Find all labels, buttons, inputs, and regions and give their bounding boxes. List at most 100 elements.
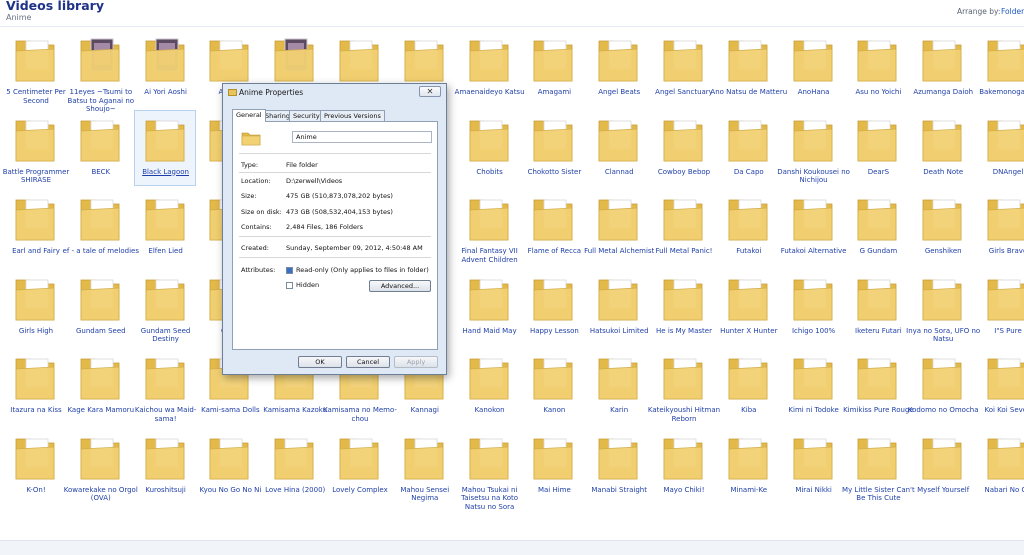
folder-item[interactable]: Mayo Chiki! — [652, 428, 714, 504]
folder-item[interactable]: Chokotto Sister — [522, 110, 584, 186]
folder-item[interactable]: Danshi Koukousei no Nichijou — [777, 110, 850, 186]
folder-item[interactable]: ef - a tale of melodies — [63, 189, 139, 265]
tab-general[interactable]: General — [232, 109, 266, 122]
folder-item[interactable]: Girls High — [4, 269, 66, 345]
advanced-button[interactable]: Advanced... — [369, 280, 431, 292]
folder-item[interactable]: Azumanga Daioh — [911, 30, 973, 106]
folder-item[interactable]: Manabi Straight — [587, 428, 649, 504]
folder-item[interactable]: Myself Yourself — [911, 428, 973, 504]
folder-label: Girls Bravo — [988, 247, 1024, 255]
folder-item[interactable]: Genshiken — [911, 189, 973, 265]
folder-icon — [922, 120, 962, 161]
folder-item[interactable]: 11eyes ~Tsumi to Batsu to Aganai no Shou… — [68, 30, 134, 113]
folder-item[interactable]: Futakoi Alternative — [781, 189, 846, 265]
folder-item[interactable]: Nabari No Ou — [976, 428, 1024, 504]
folder-item[interactable]: Futakoi — [717, 189, 779, 265]
folder-item[interactable]: Cowboy Bebop — [652, 110, 714, 186]
folder-item[interactable]: Koi Koi Seven — [976, 348, 1024, 424]
readonly-checkbox[interactable] — [286, 267, 293, 274]
folder-item[interactable]: Amagami — [522, 30, 584, 106]
folder-item[interactable]: Full Metal Alchemist — [584, 189, 654, 265]
hidden-checkbox[interactable] — [286, 282, 293, 289]
folder-icon — [987, 279, 1024, 320]
folder-item[interactable]: Inya no Sora, UFO no Natsu — [906, 269, 980, 345]
folder-item[interactable]: G Gundam — [846, 189, 908, 265]
apply-button[interactable]: Apply — [394, 356, 438, 368]
folder-item[interactable]: K-On! — [4, 428, 66, 504]
folder-icon — [145, 279, 184, 320]
divider — [239, 153, 431, 154]
folder-item[interactable]: Kodomo no Omocha — [908, 348, 979, 424]
folder-item[interactable]: Kyou No Go No Ni — [198, 428, 261, 504]
folder-item[interactable]: Kage Kara Mamoru — [67, 348, 134, 424]
folder-icon — [857, 438, 897, 479]
folder-item[interactable]: Final Fantasy VII Advent Children — [458, 189, 520, 265]
folder-item[interactable]: AnoHana — [782, 30, 844, 106]
folder-item[interactable]: Elfen Lied — [134, 189, 196, 265]
folder-item[interactable]: BECK — [69, 110, 131, 186]
folder-icon — [15, 199, 55, 241]
folder-item[interactable]: Amaenaideyo Katsu — [455, 30, 525, 106]
folder-item[interactable]: Kowarekake no Orgol (OVA) — [64, 428, 138, 504]
folder-item[interactable]: Kimi ni Todoke — [782, 348, 844, 424]
folder-item[interactable]: Chobits — [458, 110, 520, 186]
folder-item[interactable]: Itazura na Kiss — [4, 348, 66, 424]
folder-item[interactable]: Ai Yori Aoshi — [134, 30, 196, 106]
folder-item[interactable]: Bakemonogatari — [976, 30, 1024, 106]
folder-item[interactable]: Iketeru Futari — [846, 269, 908, 345]
folder-item[interactable]: Mai Hime — [522, 428, 584, 504]
folder-item[interactable]: 5 Centimeter Per Second — [4, 30, 66, 106]
folder-item[interactable]: Kanon — [522, 348, 584, 424]
folder-item[interactable]: Happy Lesson — [522, 269, 584, 345]
folder-item[interactable]: Battle Programmer SHIRASE — [3, 110, 69, 186]
folder-item[interactable]: Earl and Fairy — [4, 189, 66, 265]
folder-item[interactable]: Gundam Seed Destiny — [134, 269, 196, 345]
folder-name-input[interactable]: Anime — [292, 131, 432, 143]
folder-icon — [80, 38, 120, 82]
folder-item[interactable]: I"S Pure — [976, 269, 1024, 345]
folder-item[interactable]: Full Metal Panic! — [652, 189, 714, 265]
folder-item[interactable]: Karin — [587, 348, 649, 424]
folder-item[interactable]: Hatsukoi Limited — [587, 269, 649, 345]
folder-item[interactable]: Kaichou wa Maid-sama! — [134, 348, 196, 424]
folder-item[interactable]: Angel Sanctuary — [652, 30, 714, 106]
ok-button[interactable]: OK — [298, 356, 342, 368]
folder-item[interactable]: Death Note — [911, 110, 973, 186]
folder-item[interactable]: Lovely Complex — [328, 428, 390, 504]
cancel-button[interactable]: Cancel — [346, 356, 390, 368]
folder-item[interactable]: Ano Natsu de Matteru — [710, 30, 787, 106]
folder-icon — [728, 438, 768, 479]
folder-item[interactable]: Hand Maid May — [458, 269, 520, 345]
tab-previous-versions[interactable]: Previous Versions — [320, 110, 385, 121]
folder-icon — [469, 279, 508, 320]
folder-item[interactable]: Hunter X Hunter — [717, 269, 779, 345]
folder-item[interactable]: Black Lagoon — [133, 109, 196, 186]
folder-icon — [598, 120, 638, 161]
folder-item[interactable]: Flame of Recca — [522, 189, 584, 265]
folder-item[interactable]: Kimikiss Pure Rouge — [843, 348, 914, 424]
arrange-by-dropdown[interactable]: Folder — [1001, 7, 1024, 16]
folder-item[interactable]: Clannad — [587, 110, 649, 186]
folder-item[interactable]: Gundam Seed — [69, 269, 131, 345]
folder-item[interactable]: Kiba — [717, 348, 779, 424]
created-label: Created: — [241, 244, 269, 252]
close-button[interactable]: ✕ — [419, 86, 441, 97]
folder-item[interactable]: Mirai Nikki — [782, 428, 844, 504]
folder-item[interactable]: Minami-Ke — [717, 428, 779, 504]
folder-item[interactable]: Ichigo 100% — [782, 269, 844, 345]
folder-item[interactable]: Kanokon — [458, 348, 520, 424]
folder-item[interactable]: He is My Master — [652, 269, 714, 345]
folder-item[interactable]: DearS — [846, 110, 908, 186]
folder-item[interactable]: Love Hina (2000) — [263, 428, 325, 504]
folder-item[interactable]: My Little Sister Can't Be This Cute — [842, 428, 915, 504]
folder-item[interactable]: Asu no Yoichi — [846, 30, 908, 106]
folder-item[interactable]: Angel Beats — [587, 30, 649, 106]
folder-item[interactable]: Mahou Tsukai ni Taisetsu na Koto Natsu n… — [458, 428, 520, 511]
folder-item[interactable]: Da Capo — [717, 110, 779, 186]
folder-item[interactable]: Kuroshitsuji — [134, 428, 196, 504]
tab-security[interactable]: Security — [289, 110, 324, 121]
folder-item[interactable]: DNAngel — [976, 110, 1024, 186]
folder-item[interactable]: Girls Bravo — [976, 189, 1024, 265]
folder-item[interactable]: Kateikyoushi Hitman Reborn — [648, 348, 720, 424]
folder-item[interactable]: Mahou Sensei Negima — [393, 428, 455, 504]
